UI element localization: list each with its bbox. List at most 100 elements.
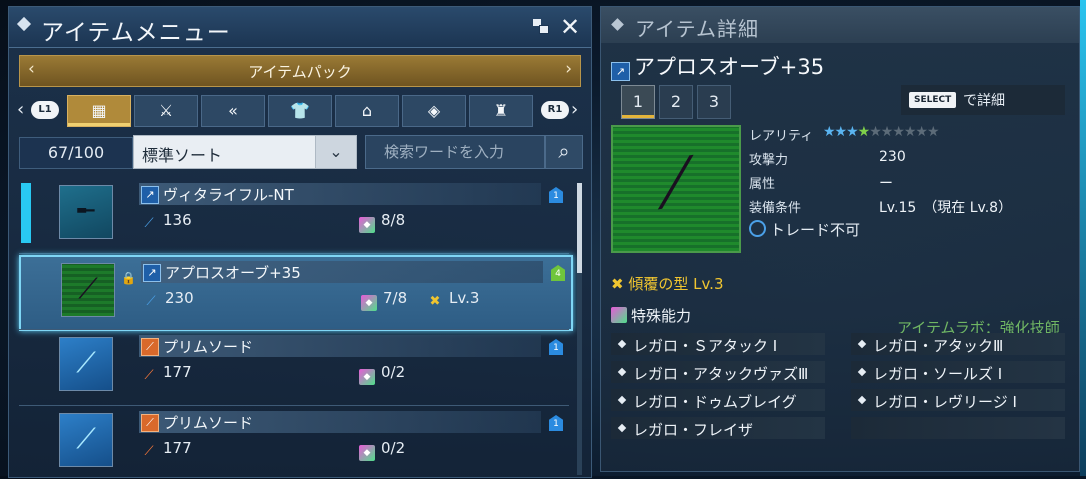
tab-sword[interactable]: ⚔ bbox=[134, 95, 198, 127]
l1-button[interactable]: L1 bbox=[31, 101, 59, 119]
ability-slot[interactable]: レガロ・Ｓアタック Ⅰ bbox=[611, 333, 825, 355]
diamond-icon bbox=[857, 339, 867, 349]
diamond-icon bbox=[617, 339, 627, 349]
attack-icon: ⟋ bbox=[144, 216, 154, 231]
sop-stat: ◆ 8/8 bbox=[359, 211, 405, 233]
window-mode-button[interactable] bbox=[533, 19, 549, 34]
diamond-icon bbox=[857, 367, 867, 377]
tab-consumable[interactable]: ◈ bbox=[402, 95, 466, 127]
sword-type-icon: ⟋ bbox=[141, 338, 159, 356]
attack-stat: ⟋ 136 bbox=[141, 211, 191, 232]
ability-slot[interactable]: レガロ・レヴリージ Ⅰ bbox=[851, 389, 1065, 411]
item-detail-panel: アイテム詳細 ↗ アプロスオーブ+35 1 2 3 SELECT で詳細 ⟋ レア… bbox=[600, 6, 1080, 472]
potential[interactable]: ✖ 傾覆の型 Lv.3 bbox=[611, 273, 724, 294]
special-abilities-title: 特殊能力 bbox=[611, 305, 691, 326]
shirt-icon: 👕 bbox=[290, 101, 310, 120]
sword-type-icon: ⟋ bbox=[141, 414, 159, 432]
special-ability-icon bbox=[611, 307, 627, 323]
orb-thumbnail: ⟋ bbox=[61, 263, 115, 317]
attack-label: 攻撃力 bbox=[749, 153, 789, 168]
element-value: ー bbox=[879, 176, 893, 192]
bag-icon: ♜ bbox=[493, 101, 509, 120]
search-field[interactable] bbox=[365, 135, 556, 169]
list-item[interactable]: ⟋ ⟋ プリムソード ⟋ 177 ◆ 0/2 1 bbox=[19, 407, 569, 479]
search-icon[interactable]: ⌕ bbox=[545, 135, 583, 169]
item-detail-header: アイテム詳細 bbox=[601, 7, 1079, 43]
attack-icon: ⟋ bbox=[144, 368, 154, 383]
diamond-icon bbox=[16, 16, 32, 32]
item-pack-selector[interactable]: ‹ アイテムパック › bbox=[19, 55, 581, 87]
item-name-bar: ↗ アプロスオーブ+35 bbox=[141, 261, 543, 283]
item-name-bar: ⟋ プリムソード bbox=[139, 411, 541, 433]
tab-prev-arrow-icon[interactable]: ‹ bbox=[17, 99, 24, 120]
star-icon: ★ bbox=[857, 124, 871, 140]
divider bbox=[19, 329, 569, 330]
no-trade-icon bbox=[749, 220, 766, 237]
special-ability-icon: ◆ bbox=[359, 445, 375, 461]
page-tab-2[interactable]: 2 bbox=[659, 85, 693, 119]
page-tab-3[interactable]: 3 bbox=[697, 85, 731, 119]
divider bbox=[19, 405, 569, 406]
sort-dropdown[interactable]: 標準ソート ⌄ bbox=[133, 135, 357, 169]
ability-slot[interactable]: レガロ・フレイザ bbox=[611, 417, 825, 439]
trade-status: トレード不可 bbox=[749, 219, 860, 240]
detail-item-name: ↗ アプロスオーブ+35 bbox=[611, 51, 824, 81]
attack-row: 攻撃力 230 bbox=[749, 149, 906, 168]
rifle-icon: ╾ bbox=[77, 194, 95, 227]
tab-all[interactable]: ▦ bbox=[67, 95, 131, 127]
divider bbox=[19, 253, 569, 254]
item-menu-title: アイテムメニュー bbox=[41, 20, 231, 46]
rarity-row: レアリティ ★★★★★★★★★★ bbox=[749, 124, 940, 144]
diamond-icon bbox=[617, 423, 627, 433]
detail-hint[interactable]: SELECT で詳細 bbox=[901, 85, 1065, 115]
category-tabs: ‹ L1 ▦ ⚔ « 👕 ⌂ ◈ ♜ R1 › bbox=[9, 95, 591, 129]
item-menu-panel: アイテムメニュー ✕ ‹ アイテムパック › ‹ L1 ▦ ⚔ « 👕 ⌂ ◈ … bbox=[8, 6, 592, 478]
double-chevron-icon: « bbox=[228, 101, 238, 120]
rank-badge-icon: 1 bbox=[549, 415, 563, 431]
chevron-down-icon[interactable]: ⌄ bbox=[315, 136, 356, 168]
ability-slot[interactable]: レガロ・ソールズ Ⅰ bbox=[851, 361, 1065, 383]
rarity-label: レアリティ bbox=[749, 129, 814, 144]
r1-button[interactable]: R1 bbox=[541, 101, 569, 119]
tab-next-arrow-icon[interactable]: › bbox=[571, 99, 578, 120]
item-name-bar: ⟋ プリムソード bbox=[139, 335, 541, 357]
rank-badge-icon: 1 bbox=[549, 187, 563, 203]
equip-label: 装備条件 bbox=[749, 201, 802, 216]
attack-stat: ⟋ 230 bbox=[143, 289, 193, 310]
page-tab-1[interactable]: 1 bbox=[621, 85, 655, 119]
sop-stat: ◆ 7/8 bbox=[361, 289, 407, 311]
ability-slot[interactable]: レガロ・ドゥムブレイグ bbox=[611, 389, 825, 411]
rifle-type-icon: ↗ bbox=[143, 264, 161, 282]
sop-stat: ◆ 0/2 bbox=[359, 439, 405, 461]
item-name: ヴィタライフル-NT bbox=[163, 186, 294, 204]
list-item[interactable]: ╾ ↗ ヴィタライフル-NT ⟋ 136 ◆ 8/8 1 bbox=[19, 179, 569, 251]
chevron-right-icon[interactable]: › bbox=[565, 59, 572, 79]
sword-icon: ⟋ bbox=[76, 346, 96, 379]
lock-icon: 🔒 bbox=[121, 271, 136, 285]
list-item[interactable]: ⟋ ⟋ プリムソード ⟋ 177 ◆ 0/2 1 bbox=[19, 331, 569, 403]
tab-costume[interactable]: 👕 bbox=[268, 95, 332, 127]
potential-stat: ✖ Lv.3 bbox=[427, 289, 480, 310]
item-list: ╾ ↗ ヴィタライフル-NT ⟋ 136 ◆ 8/8 1 ⟋ 🔒 ↗ アプロスオーブ… bbox=[9, 175, 591, 477]
select-key-icon: SELECT bbox=[909, 92, 957, 108]
tab-tag[interactable]: ⌂ bbox=[335, 95, 399, 127]
item-detail-title: アイテム詳細 bbox=[635, 17, 759, 41]
rank-badge-icon: 1 bbox=[549, 339, 563, 355]
tab-bag[interactable]: ♜ bbox=[469, 95, 533, 127]
detail-hint-label: で詳細 bbox=[963, 93, 1005, 109]
ability-slot[interactable]: レガロ・アタックヴァズⅢ bbox=[611, 361, 825, 383]
diamond-icon bbox=[611, 18, 624, 31]
item-pack-label: アイテムパック bbox=[248, 63, 352, 81]
attack-value: 230 bbox=[879, 149, 906, 165]
star-empty-icon: ★★★★★★ bbox=[869, 124, 939, 140]
ability-slot[interactable]: レガロ・アタックⅢ bbox=[851, 333, 1065, 355]
focus-marker bbox=[21, 183, 31, 243]
scrollbar-thumb[interactable] bbox=[577, 183, 582, 273]
search-input[interactable] bbox=[366, 136, 556, 168]
special-ability-icon: ◆ bbox=[361, 295, 377, 311]
capsule-icon: ◈ bbox=[427, 101, 441, 120]
list-item-selected[interactable]: ⟋ 🔒 ↗ アプロスオーブ+35 ⟋ 230 ◆ 7/8 ✖ Lv.3 4 bbox=[19, 255, 573, 331]
tab-skill[interactable]: « bbox=[201, 95, 265, 127]
rank-badge-icon: 4 bbox=[551, 265, 565, 281]
close-button[interactable]: ✕ bbox=[560, 13, 580, 41]
